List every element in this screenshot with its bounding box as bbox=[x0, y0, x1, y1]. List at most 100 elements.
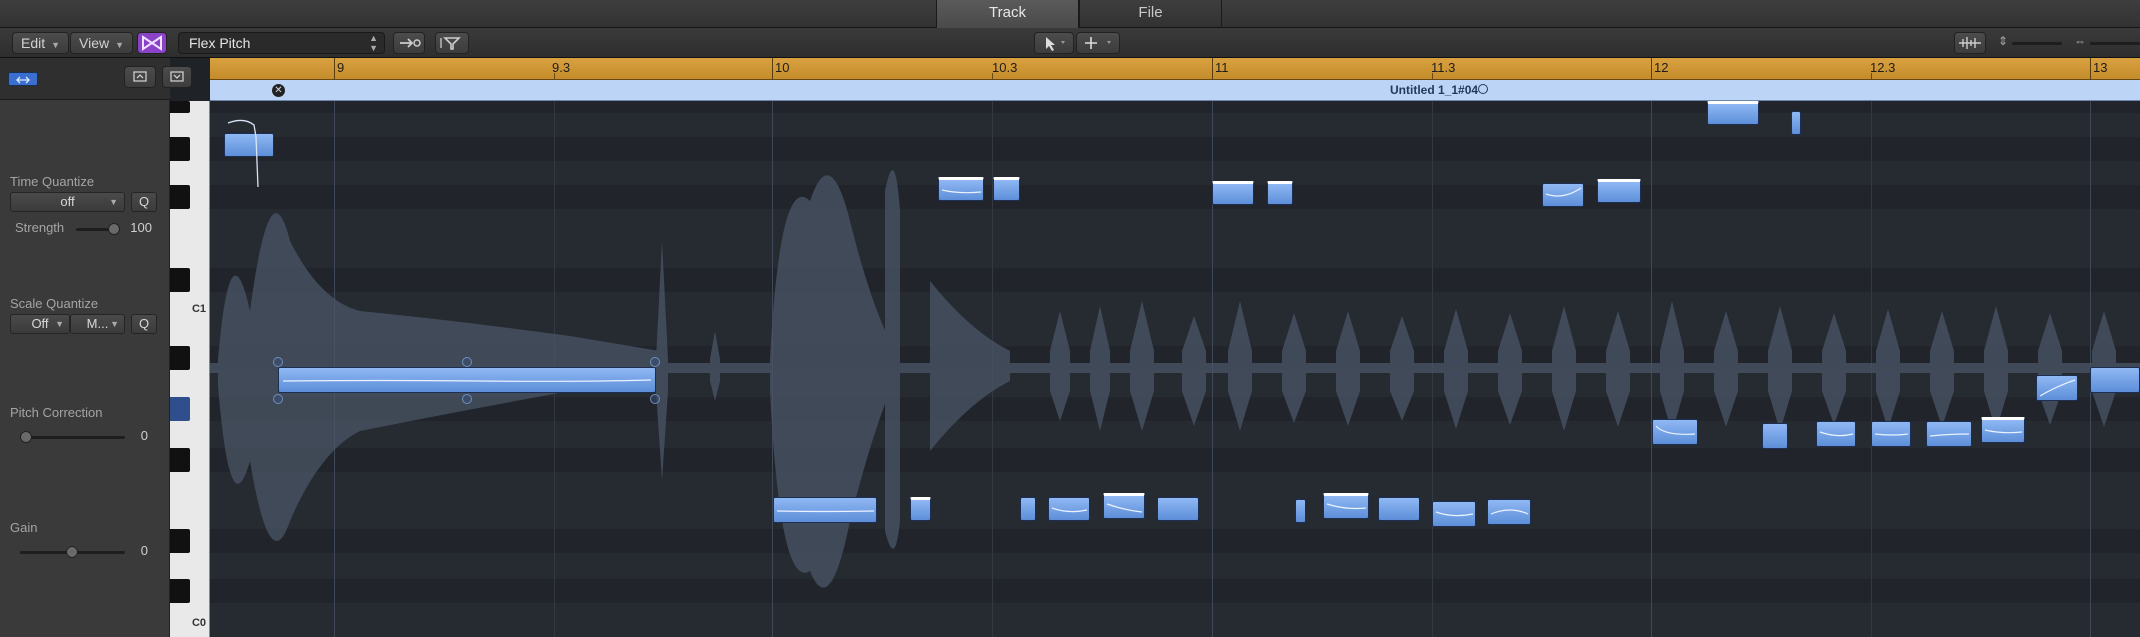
crosshair-tool-icon[interactable] bbox=[1076, 32, 1120, 54]
pitch-note[interactable] bbox=[1652, 419, 1698, 445]
pitch-note[interactable] bbox=[1432, 501, 1476, 527]
pitch-correction-label: Pitch Correction bbox=[10, 405, 103, 420]
pitch-note[interactable] bbox=[1597, 179, 1641, 203]
pitch-note[interactable] bbox=[1378, 497, 1420, 521]
chevron-down-icon: ▼ bbox=[110, 319, 119, 329]
pitch-note[interactable] bbox=[993, 177, 1020, 201]
flex-mode-toggle-icon[interactable] bbox=[137, 32, 167, 54]
dropdown-icon[interactable] bbox=[162, 66, 192, 88]
flex-mode-select[interactable]: Flex Pitch ▲ ▼ bbox=[178, 32, 385, 54]
scale-quantize-q-button[interactable]: Q bbox=[131, 314, 157, 334]
pitch-note[interactable] bbox=[1048, 497, 1090, 521]
note-anchor-handle[interactable] bbox=[462, 394, 472, 404]
pitch-note[interactable] bbox=[1816, 421, 1856, 447]
bar-number: 10 bbox=[775, 60, 790, 75]
strength-value: 100 bbox=[130, 220, 152, 235]
pitch-editor-area[interactable] bbox=[210, 101, 2140, 637]
pitch-note[interactable] bbox=[1323, 493, 1369, 519]
black-key[interactable] bbox=[170, 579, 190, 603]
black-key[interactable] bbox=[170, 268, 190, 292]
pitch-note[interactable] bbox=[1157, 497, 1199, 521]
collapse-icon[interactable] bbox=[124, 66, 156, 88]
pitch-correction-value: 0 bbox=[140, 428, 148, 443]
bar-ruler[interactable]: 9 9.3 10 10.3 11 11.3 12 12.3 13 bbox=[210, 58, 2140, 80]
bar-number: 10.3 bbox=[992, 60, 1018, 75]
pitch-note-long[interactable] bbox=[278, 367, 656, 393]
bar-number: 12.3 bbox=[1870, 60, 1896, 75]
chevron-down-icon: ▼ bbox=[115, 40, 125, 50]
pitch-note[interactable] bbox=[1762, 423, 1788, 449]
time-quantize-select[interactable]: off ▼ bbox=[10, 192, 125, 212]
pitch-correction-slider[interactable] bbox=[20, 436, 125, 439]
pitch-note[interactable] bbox=[1791, 111, 1801, 135]
updown-arrows-icon: ▲ ▼ bbox=[369, 33, 378, 53]
scale-quantize-root-select[interactable]: Off ▼ bbox=[10, 314, 70, 334]
pitch-note[interactable] bbox=[1926, 421, 1972, 447]
pitch-note[interactable] bbox=[1103, 493, 1145, 519]
gain-slider-knob[interactable] bbox=[66, 546, 78, 558]
edit-menu-button[interactable]: Edit ▼ bbox=[12, 32, 70, 54]
link-toggle-icon[interactable] bbox=[8, 72, 38, 86]
black-key[interactable] bbox=[170, 346, 190, 370]
pitch-note[interactable] bbox=[1487, 499, 1531, 525]
pitch-note[interactable] bbox=[773, 497, 877, 523]
note-anchor-handle[interactable] bbox=[273, 394, 283, 404]
pitch-note[interactable] bbox=[1020, 497, 1036, 521]
flex-pitch-editor-window: Track File Edit ▼ View ▼ Flex Pitch ▲ ▼ ⇕ bbox=[0, 0, 2140, 637]
midi-out-icon[interactable] bbox=[393, 32, 425, 54]
pitch-curve bbox=[227, 119, 259, 188]
bar-tick bbox=[1212, 58, 1213, 80]
bar-number: 13 bbox=[2093, 60, 2108, 75]
bar-number: 9 bbox=[337, 60, 345, 75]
waveform-zoom-icon[interactable] bbox=[1954, 32, 1986, 54]
pitch-note[interactable] bbox=[910, 497, 931, 521]
note-anchor-handle[interactable] bbox=[462, 357, 472, 367]
note-anchor-handle[interactable] bbox=[650, 357, 660, 367]
time-quantize-q-button[interactable]: Q bbox=[131, 192, 157, 212]
pitch-correction-slider-knob[interactable] bbox=[20, 431, 32, 443]
pitch-note[interactable] bbox=[938, 177, 984, 201]
region-title: Untitled 1_1#04 bbox=[1390, 83, 1479, 97]
strength-slider-knob[interactable] bbox=[108, 223, 120, 235]
strength-label: Strength bbox=[15, 220, 65, 235]
scale-quantize-scale-value: M... bbox=[86, 316, 109, 331]
bar-number: 9.3 bbox=[552, 60, 571, 75]
pitch-note[interactable] bbox=[1212, 181, 1254, 205]
black-key[interactable] bbox=[170, 101, 190, 113]
horizontal-zoom-slider[interactable] bbox=[2090, 42, 2140, 45]
pitch-note[interactable] bbox=[1267, 181, 1293, 205]
pitch-note[interactable] bbox=[1542, 183, 1584, 207]
black-key[interactable] bbox=[170, 529, 190, 553]
editor-toolbar: Edit ▼ View ▼ Flex Pitch ▲ ▼ ⇕ ⇔ bbox=[0, 28, 2140, 58]
note-anchor-handle[interactable] bbox=[650, 394, 660, 404]
bar-tick bbox=[1651, 58, 1652, 80]
tab-file[interactable]: File bbox=[1079, 0, 1222, 28]
scale-quantize-scale-select[interactable]: M... ▼ bbox=[70, 314, 125, 334]
loop-icon[interactable] bbox=[1478, 84, 1488, 94]
black-key[interactable] bbox=[170, 185, 190, 209]
black-key[interactable] bbox=[170, 448, 190, 472]
pitch-note[interactable] bbox=[1981, 417, 2025, 443]
note-anchor-handle[interactable] bbox=[273, 357, 283, 367]
bar-number: 11.3 bbox=[1431, 60, 1456, 75]
time-quantize-value: off bbox=[60, 194, 75, 209]
pointer-tool-icon[interactable] bbox=[1034, 32, 1074, 54]
region-header[interactable]: ✕ Untitled 1_1#04 bbox=[210, 80, 2140, 101]
piano-keyboard[interactable]: C1 C0 bbox=[170, 101, 210, 637]
bar-tick bbox=[2090, 58, 2091, 80]
black-key-selected[interactable] bbox=[170, 397, 190, 421]
pitch-note[interactable] bbox=[1871, 421, 1911, 447]
tab-track[interactable]: Track bbox=[936, 0, 1079, 28]
view-menu-button[interactable]: View ▼ bbox=[70, 32, 134, 54]
pitch-note[interactable] bbox=[2036, 375, 2078, 401]
pitch-note[interactable] bbox=[2090, 367, 2140, 393]
vertical-zoom-icon: ⇕ bbox=[1998, 34, 2009, 48]
catch-filter-icon[interactable] bbox=[435, 32, 469, 54]
close-icon[interactable]: ✕ bbox=[272, 84, 285, 97]
black-key[interactable] bbox=[170, 137, 190, 161]
pitch-curve bbox=[282, 379, 652, 382]
pitch-note[interactable] bbox=[1707, 101, 1759, 125]
vertical-zoom-slider[interactable] bbox=[2012, 42, 2062, 45]
pitch-note[interactable] bbox=[1295, 499, 1306, 523]
gain-value: 0 bbox=[140, 543, 148, 558]
